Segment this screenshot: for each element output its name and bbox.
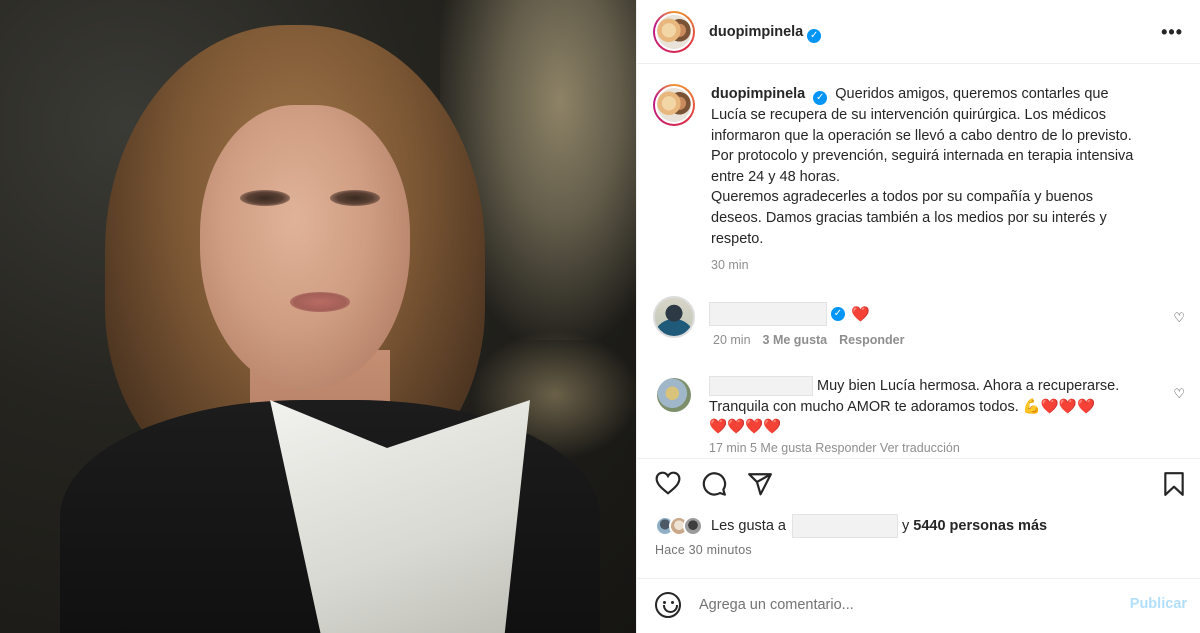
more-options-icon[interactable]: ••• [1161,22,1183,43]
comment-body: Muy bien Lucía hermosa. Ahora a recupera… [709,376,1149,456]
post-photo[interactable] [0,0,636,633]
comment-input[interactable] [699,593,1099,617]
photo-eye [240,190,290,206]
commenter-avatar[interactable] [657,378,691,412]
comment-text: ❤️ [851,306,870,323]
comment-like-heart-icon[interactable]: ♡ [1173,386,1185,402]
author-name-row: duopimpinela ✓ [709,23,822,43]
caption-body-2: Queremos agradecerles a todos por su com… [711,189,1107,247]
post-timestamp[interactable]: Hace 30 minutos [655,543,752,557]
comment-item: ✓ ❤️ 20 min 3 Me gusta Responder ♡ [653,296,1200,356]
comment-composer: Publicar [637,578,1200,633]
likes-joiner: y [901,518,910,534]
comment-emoji-line2: 💪❤️❤️❤️ [1022,398,1096,415]
author-avatar[interactable] [653,11,695,53]
comment-item: Muy bien Lucía hermosa. Ahora a recupera… [653,374,1200,456]
comment-like-heart-icon[interactable]: ♡ [1173,310,1185,326]
comment-time[interactable]: 20 min [713,333,751,347]
reply-button[interactable]: Responder [839,333,904,347]
liker-avatar [683,516,703,536]
bookmark-icon[interactable] [1163,471,1185,497]
post-detail-panel: duopimpinela ✓ ••• duopimpinela ✓ Queridos… [636,0,1200,633]
comment-meta[interactable]: 17 min 5 Me gusta Responder Ver traducci… [709,441,960,455]
author-avatar-image [655,13,693,51]
caption-author-avatar[interactable] [653,84,695,126]
comment-text-line1: Muy bien Lucía hermosa. Ahora a recupera… [817,378,1120,394]
comment-emoji-line3: ❤️❤️❤️❤️ [709,419,782,435]
author-username[interactable]: duopimpinela [709,24,803,40]
redacted-liker-name[interactable] [791,514,898,538]
redacted-username[interactable] [709,302,827,326]
emoji-smiley-icon[interactable] [655,592,681,618]
likes-prefix: Les gusta a [711,518,786,534]
verified-badge-icon: ✓ [831,307,845,321]
publish-button[interactable]: Publicar [1130,596,1187,612]
comment-line: ✓ ❤️ [709,302,870,326]
photo-lips [290,292,350,312]
verified-badge-icon: ✓ [813,91,828,105]
comment-text-line2: Tranquila con mucho AMOR te adoramos tod… [709,398,1019,415]
caption-text: duopimpinela ✓ Queridos amigos, queremos … [711,84,1141,249]
caption-author-avatar-image [655,86,693,124]
verified-badge-icon: ✓ [807,29,822,43]
caption-username[interactable]: duopimpinela [711,86,805,102]
photo-face [200,105,410,390]
commenter-avatar[interactable] [653,296,695,338]
comment-likes[interactable]: 3 Me gusta [763,333,828,347]
likes-summary[interactable]: Les gusta a y 5440 personas más [655,514,1047,538]
comment-icon[interactable] [701,471,727,497]
action-bar [637,458,1200,508]
redacted-username[interactable] [709,376,813,397]
comment-meta: 20 min 3 Me gusta Responder [713,333,904,347]
send-icon[interactable] [747,471,773,497]
likes-count[interactable]: 5440 personas más [913,518,1047,534]
post-header: duopimpinela ✓ ••• [637,0,1200,64]
caption-timestamp[interactable]: 30 min [711,258,749,272]
heart-icon[interactable] [655,471,681,495]
photo-eye [330,190,380,206]
